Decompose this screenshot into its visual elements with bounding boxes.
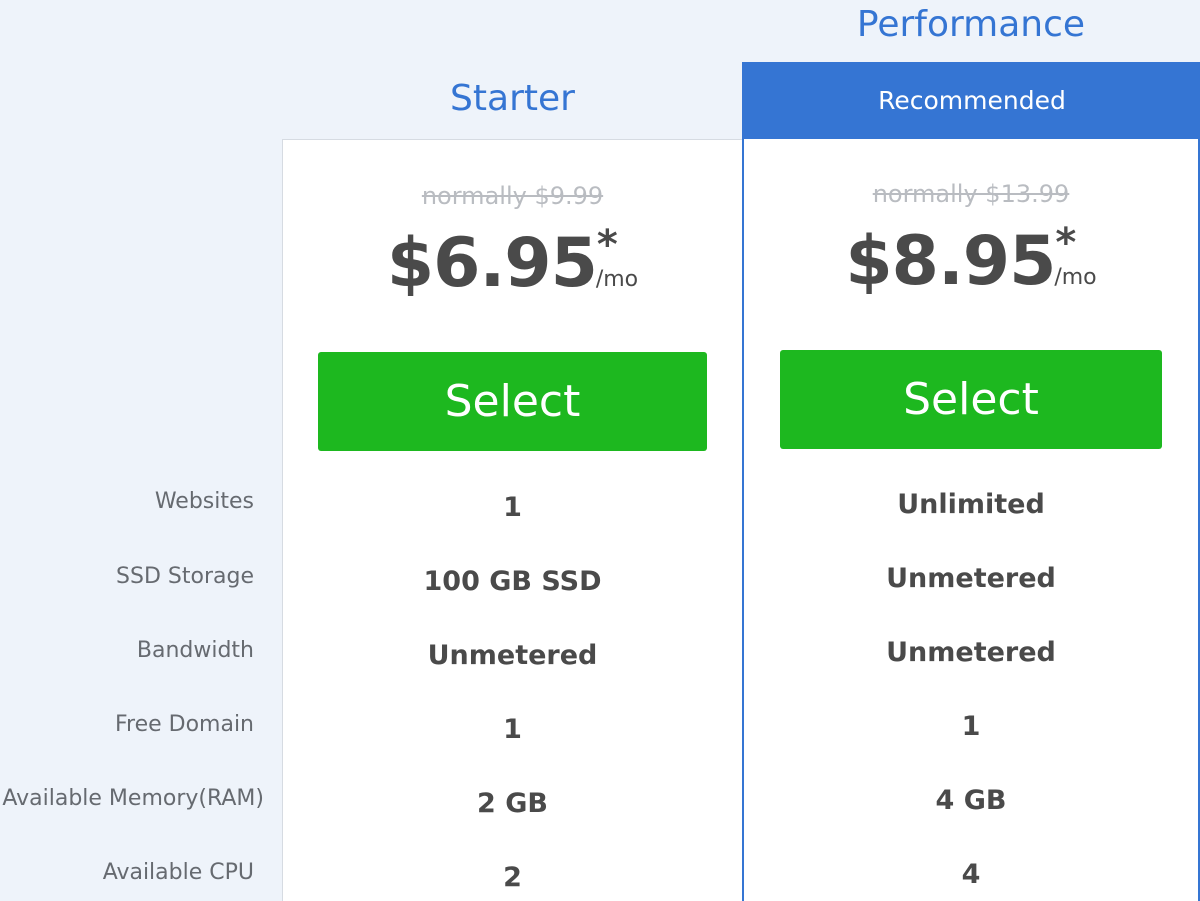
normal-price: normally $13.99 — [872, 180, 1070, 208]
row-label-websites: Websites — [154, 489, 254, 514]
select-button-performance[interactable]: Select — [780, 350, 1162, 449]
price: $8.95*/mo — [744, 220, 1198, 301]
feature-value-ssd-storage: 100 GB SSD — [423, 566, 602, 597]
feature-value-bandwidth: Unmetered — [886, 637, 1056, 668]
feature-value-bandwidth: Unmetered — [427, 640, 598, 671]
price-amount: $8.95 — [845, 222, 1056, 301]
select-button-starter[interactable]: Select — [318, 352, 707, 451]
plan-name-performance: Performance — [856, 4, 1086, 45]
price-amount: $6.95 — [386, 224, 598, 303]
price-unit: /mo — [595, 267, 639, 292]
price-unit: /mo — [1054, 265, 1097, 290]
feature-value-free-domain: 1 — [503, 714, 522, 745]
feature-value-cpu: 4 — [961, 859, 981, 890]
row-label-memory: Available Memory(RAM) — [2, 786, 264, 811]
feature-value-memory: 2 GB — [477, 788, 548, 819]
feature-value-memory: 4 GB — [935, 785, 1007, 816]
recommended-badge: Recommended — [742, 62, 1200, 139]
row-label-ssd-storage: SSD Storage — [116, 564, 254, 589]
pricing-table: Websites SSD Storage Bandwidth Free Doma… — [0, 0, 1200, 901]
feature-value-ssd-storage: Unmetered — [886, 563, 1056, 594]
price: $6.95*/mo — [283, 222, 742, 303]
price-asterisk: * — [596, 222, 618, 268]
price-asterisk: * — [1055, 220, 1077, 266]
plan-card-performance: Recommended normally $13.99 $8.95*/mo Se… — [742, 62, 1200, 901]
feature-value-websites: 1 — [503, 492, 522, 523]
row-label-free-domain: Free Domain — [114, 712, 254, 737]
feature-value-websites: Unlimited — [897, 489, 1045, 520]
plan-name-starter: Starter — [450, 78, 575, 119]
row-label-bandwidth: Bandwidth — [136, 638, 254, 663]
row-label-cpu: Available CPU — [102, 860, 254, 885]
normal-price: normally $9.99 — [421, 182, 604, 210]
plan-card-starter: normally $9.99 $6.95*/mo Select 1 100 GB… — [282, 139, 743, 901]
feature-value-free-domain: 1 — [961, 711, 981, 742]
feature-value-cpu: 2 — [503, 862, 522, 893]
